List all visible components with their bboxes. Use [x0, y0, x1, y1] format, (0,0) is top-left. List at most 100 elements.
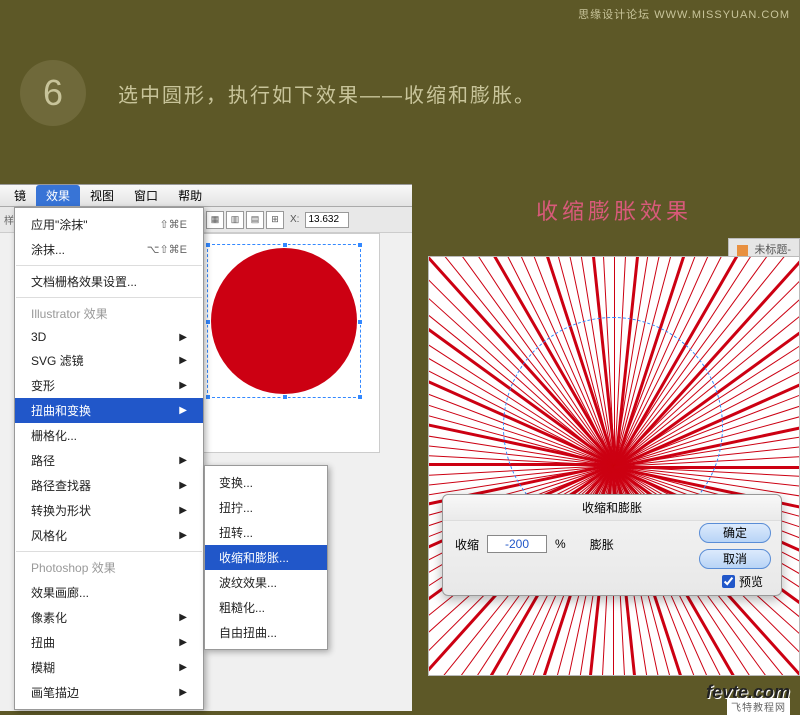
section-illustrator: Illustrator 效果 [15, 301, 203, 326]
x-label: X: [290, 214, 299, 225]
label: 应用"涂抹" [31, 216, 88, 233]
menu-brush[interactable]: 画笔描边▶ [15, 680, 203, 705]
submenu-free-distort[interactable]: 自由扭曲... [205, 620, 327, 645]
separator [16, 551, 202, 552]
menu-smudge[interactable]: 涂抹... ⌥⇧⌘E [15, 237, 203, 262]
submenu-twist[interactable]: 扭转... [205, 520, 327, 545]
shortcut: ⇧⌘E [159, 218, 187, 231]
dialog-buttons: 确定 取消 [699, 523, 771, 569]
chevron-right-icon: ▶ [179, 637, 187, 648]
effect-menu-dropdown: 应用"涂抹" ⇧⌘E 涂抹... ⌥⇧⌘E 文档栅格效果设置... Illust… [14, 207, 204, 710]
menu-distort2[interactable]: 扭曲 ▶ [15, 630, 203, 655]
shortcut: ⌥⇧⌘E [147, 243, 187, 256]
menubar: 镜 效果 视图 窗口 帮助 [0, 185, 412, 207]
step-instruction: 选中圆形，执行如下效果——收缩和膨胀。 [118, 79, 536, 108]
submenu-pucker-bloat[interactable]: 收缩和膨胀... [205, 545, 327, 570]
document-icon [737, 245, 748, 256]
menu-pathfinder[interactable]: 路径查找器 ▶ [15, 473, 203, 498]
label: 扭曲 [31, 634, 55, 651]
ok-button[interactable]: 确定 [699, 523, 771, 543]
illustrator-window: 镜 效果 视图 窗口 帮助 样式 ▦ ▥ ▤ ⊞ X: 应 [0, 184, 412, 711]
menu-view[interactable]: 视图 [80, 185, 124, 206]
menu-stylize[interactable]: 风格化▶ [15, 523, 203, 548]
submenu-transform[interactable]: 变换... [205, 470, 327, 495]
tool-btn-3[interactable]: ▤ [246, 211, 264, 229]
result-panel: 收缩膨胀效果 未标题- 收缩和膨胀 收缩 % 膨胀 确定 取消 预览 [428, 194, 800, 711]
canvas-right[interactable] [428, 256, 800, 676]
effect-title: 收缩膨胀效果 [428, 194, 800, 226]
menu-rasterize[interactable]: 栅格化... [15, 423, 203, 448]
label: 涂抹... [31, 241, 65, 258]
percent-label: % [555, 537, 566, 551]
label: 文档栅格效果设置... [31, 273, 137, 290]
menu-pixelate[interactable]: 像素化 ▶ [15, 605, 203, 630]
label: Photoshop 效果 [31, 559, 116, 576]
label: SVG 滤镜 [31, 352, 84, 369]
label: 模糊 [31, 659, 55, 676]
menu-apply-smudge[interactable]: 应用"涂抹" ⇧⌘E [15, 212, 203, 237]
label: 3D [31, 330, 46, 344]
pucker-bloat-dialog: 收缩和膨胀 收缩 % 膨胀 确定 取消 预览 [442, 494, 782, 596]
section-photoshop: Photoshop 效果 [15, 555, 203, 580]
selection-bbox[interactable] [207, 244, 361, 398]
submenu-zigzag[interactable]: 波纹效果... [205, 570, 327, 595]
tool-btn-2[interactable]: ▥ [226, 211, 244, 229]
menu-distort-transform[interactable]: 扭曲和变换 ▶ [15, 398, 203, 423]
canvas-left[interactable] [200, 233, 380, 453]
submenu-pucker[interactable]: 扭拧... [205, 495, 327, 520]
label: 栅格化... [31, 427, 77, 444]
menu-3d[interactable]: 3D ▶ [15, 326, 203, 348]
label: 画笔描边 [31, 684, 79, 701]
chevron-right-icon: ▶ [179, 612, 187, 623]
menu-gallery[interactable]: 效果画廊... [15, 580, 203, 605]
chevron-right-icon: ▶ [179, 455, 187, 466]
preview-label: 预览 [739, 573, 763, 590]
label: 转换为形状 [31, 502, 91, 519]
menu-effect[interactable]: 效果 [36, 185, 80, 206]
value-input[interactable] [487, 535, 547, 553]
chevron-right-icon: ▶ [179, 332, 187, 343]
chevron-right-icon: ▶ [179, 355, 187, 366]
label: Illustrator 效果 [31, 305, 108, 322]
chevron-right-icon: ▶ [179, 480, 187, 491]
step-number-badge: 6 [20, 60, 86, 126]
label: 像素化 [31, 609, 67, 626]
chevron-right-icon: ▶ [179, 380, 187, 391]
distort-submenu: 变换... 扭拧... 扭转... 收缩和膨胀... 波纹效果... 粗糙化..… [204, 465, 328, 650]
shrink-label: 收缩 [455, 536, 479, 553]
x-input[interactable] [305, 212, 349, 228]
separator [16, 265, 202, 266]
dialog-title: 收缩和膨胀 [443, 495, 781, 521]
menu-svg[interactable]: SVG 滤镜 ▶ [15, 348, 203, 373]
label: 路径查找器 [31, 477, 91, 494]
menu-path[interactable]: 路径 ▶ [15, 448, 203, 473]
preview-checkbox[interactable] [722, 575, 735, 588]
tab-label: 未标题- [754, 244, 791, 256]
label: 扭曲和变换 [31, 402, 91, 419]
submenu-roughen[interactable]: 粗糙化... [205, 595, 327, 620]
step-header: 6 选中圆形，执行如下效果——收缩和膨胀。 [20, 60, 536, 126]
menu-warp[interactable]: 变形 ▶ [15, 373, 203, 398]
menu-grid-settings[interactable]: 文档栅格效果设置... [15, 269, 203, 294]
separator [16, 297, 202, 298]
bloat-label: 膨胀 [590, 536, 614, 553]
label: 变形 [31, 377, 55, 394]
tool-btn-4[interactable]: ⊞ [266, 211, 284, 229]
menu-blur[interactable]: 模糊 ▶ [15, 655, 203, 680]
watermark-feite: 飞特教程网 [727, 698, 790, 715]
menu-help[interactable]: 帮助 [168, 185, 212, 206]
tool-icons: ▦ ▥ ▤ ⊞ [206, 211, 284, 229]
tool-btn-1[interactable]: ▦ [206, 211, 224, 229]
label: 效果画廊... [31, 584, 89, 601]
menu-convert-shape[interactable]: 转换为形状 ▶ [15, 498, 203, 523]
chevron-right-icon: ▶ [179, 505, 187, 516]
preview-checkbox-group: 预览 [722, 573, 763, 590]
chevron-right-icon: ▶ [179, 662, 187, 673]
label: 路径 [31, 452, 55, 469]
menu-window[interactable]: 窗口 [124, 185, 168, 206]
menu-jing[interactable]: 镜 [4, 185, 36, 206]
watermark-top: 思缘设计论坛 WWW.MISSYUAN.COM [578, 6, 790, 22]
label: 风格化 [31, 527, 67, 544]
cancel-button[interactable]: 取消 [699, 549, 771, 569]
chevron-right-icon: ▶ [179, 405, 187, 416]
